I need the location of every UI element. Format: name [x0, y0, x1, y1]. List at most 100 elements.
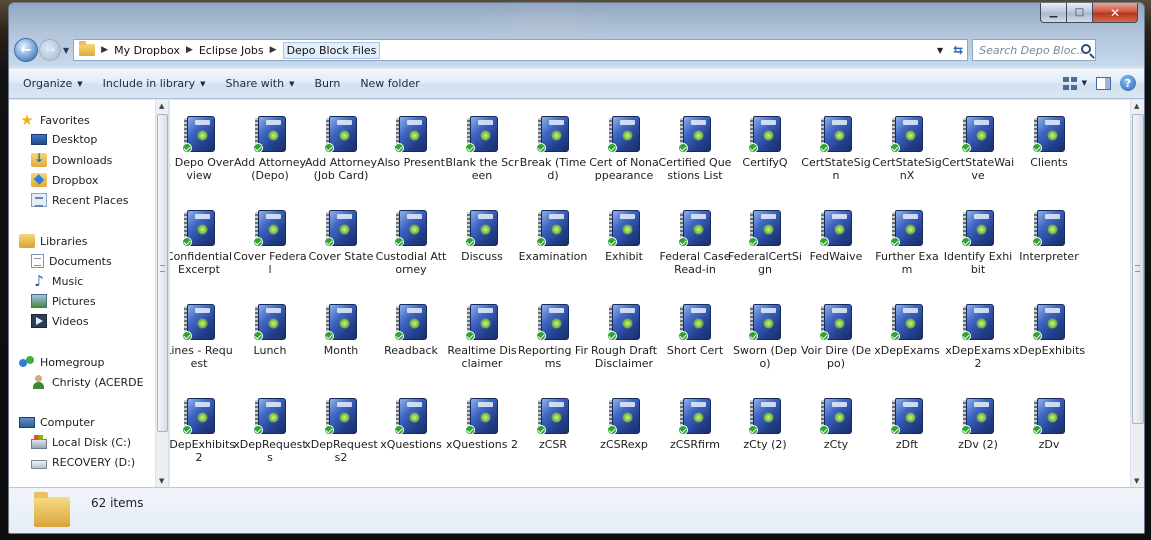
- close-button[interactable]: ✕: [1093, 3, 1138, 23]
- file-item[interactable]: Sworn (Depo): [728, 302, 802, 370]
- file-item[interactable]: 1 Depo Overview: [170, 114, 236, 182]
- file-item[interactable]: xDepExhibits2: [170, 396, 236, 464]
- file-item[interactable]: Examination: [516, 208, 590, 263]
- file-item[interactable]: zDft: [870, 396, 944, 451]
- file-item[interactable]: xDepExhibits: [1012, 302, 1086, 357]
- scroll-down-icon[interactable]: ▼: [1134, 477, 1139, 485]
- nav-music[interactable]: ♪ Music: [31, 274, 83, 289]
- breadcrumb-separator-icon[interactable]: ▶: [101, 45, 108, 55]
- forward-button[interactable]: →: [39, 39, 61, 61]
- burn-button[interactable]: Burn: [304, 77, 350, 90]
- recent-pages-dropdown[interactable]: ▼: [63, 46, 69, 55]
- view-options-dropdown-icon[interactable]: ▼: [1082, 79, 1087, 87]
- address-bar[interactable]: ▶ My Dropbox ▶ Eclipse Jobs ▶ Depo Block…: [73, 39, 969, 61]
- nav-favorites[interactable]: ★ Favorites: [19, 113, 89, 128]
- breadcrumb-my-dropbox[interactable]: My Dropbox: [114, 44, 180, 57]
- file-item[interactable]: Add Attorney (Depo): [233, 114, 307, 182]
- file-item[interactable]: Interpreter: [1012, 208, 1086, 263]
- content-scrollbar[interactable]: ▲ ▼: [1130, 100, 1144, 487]
- nav-downloads[interactable]: Downloads: [31, 151, 112, 167]
- content-scroll-thumb[interactable]: [1132, 114, 1144, 424]
- nav-scroll-thumb[interactable]: [157, 114, 168, 432]
- nav-pane-scrollbar[interactable]: ▲ ▼: [155, 100, 168, 487]
- nav-desktop[interactable]: Desktop: [31, 133, 97, 146]
- nav-computer[interactable]: Computer: [19, 416, 95, 429]
- file-item[interactable]: Certified Questions List: [658, 114, 732, 182]
- nav-pictures[interactable]: Pictures: [31, 294, 96, 308]
- search-icon[interactable]: [1081, 44, 1092, 54]
- breadcrumb-depo-block-files[interactable]: Depo Block Files: [282, 41, 381, 59]
- file-item[interactable]: CertifyQ: [728, 114, 802, 169]
- scroll-up-icon[interactable]: ▲: [159, 102, 164, 110]
- share-with-button[interactable]: Share with ▼: [216, 77, 305, 90]
- file-item[interactable]: Custodial Attorney: [374, 208, 448, 276]
- file-item[interactable]: Also Present: [374, 114, 448, 169]
- include-in-library-button[interactable]: Include in library ▼: [93, 77, 216, 90]
- file-item[interactable]: Federal Case Read-in: [658, 208, 732, 276]
- file-item[interactable]: CertStateWaive: [941, 114, 1015, 182]
- breadcrumb-separator-icon[interactable]: ▶: [186, 45, 193, 55]
- nav-homegroup[interactable]: Homegroup: [19, 355, 104, 369]
- file-item[interactable]: CertStateSign: [799, 114, 873, 182]
- file-item[interactable]: Identify Exhibit: [941, 208, 1015, 276]
- file-item[interactable]: xQuestions 2: [445, 396, 519, 451]
- nav-dropbox[interactable]: Dropbox: [31, 173, 98, 187]
- new-folder-button[interactable]: New folder: [350, 77, 429, 90]
- breadcrumb-separator-icon[interactable]: ▶: [270, 45, 277, 55]
- file-item[interactable]: Add Attorney (Job Card): [304, 114, 378, 182]
- file-item[interactable]: xDepRequests: [233, 396, 307, 464]
- file-item[interactable]: Month: [304, 302, 378, 357]
- refresh-icon[interactable]: ⇆: [953, 43, 963, 57]
- preview-pane-icon[interactable]: [1096, 76, 1111, 90]
- nav-libraries[interactable]: Libraries: [19, 234, 88, 248]
- file-item[interactable]: Cover State: [304, 208, 378, 263]
- file-item[interactable]: Reporting Firms: [516, 302, 590, 370]
- nav-local-disk[interactable]: Local Disk (C:): [31, 435, 131, 449]
- file-item[interactable]: xDepExams 2: [941, 302, 1015, 370]
- file-item[interactable]: Short Cert: [658, 302, 732, 357]
- help-icon[interactable]: ?: [1120, 75, 1136, 91]
- organize-button[interactable]: Organize ▼: [9, 77, 93, 90]
- file-item[interactable]: zCSR: [516, 396, 590, 451]
- file-item[interactable]: Rough Draft Disclaimer: [587, 302, 661, 370]
- file-item[interactable]: Further Exam: [870, 208, 944, 276]
- scroll-down-icon[interactable]: ▼: [159, 477, 164, 485]
- file-item[interactable]: FederalCertSign: [728, 208, 802, 276]
- file-item[interactable]: CertStateSignX: [870, 114, 944, 182]
- file-item[interactable]: zCty (2): [728, 396, 802, 451]
- file-item[interactable]: Discuss: [445, 208, 519, 263]
- file-item[interactable]: xDepRequests2: [304, 396, 378, 464]
- file-item[interactable]: Cover Federal: [233, 208, 307, 276]
- file-item[interactable]: zDv: [1012, 396, 1086, 451]
- search-box[interactable]: Search Depo Bloc...: [972, 39, 1097, 61]
- file-item[interactable]: xQuestions: [374, 396, 448, 451]
- file-item[interactable]: zCSRexp: [587, 396, 661, 451]
- scroll-up-icon[interactable]: ▲: [1134, 102, 1139, 110]
- change-view-icon[interactable]: [1062, 76, 1077, 90]
- minimize-button[interactable]: ▁: [1040, 3, 1067, 23]
- file-item[interactable]: Realtime Disclaimer: [445, 302, 519, 370]
- file-item[interactable]: FedWaive: [799, 208, 873, 263]
- file-item[interactable]: Blank the Screen: [445, 114, 519, 182]
- file-item[interactable]: zDv (2): [941, 396, 1015, 451]
- file-item[interactable]: Exhibit: [587, 208, 661, 263]
- nav-documents[interactable]: Documents: [31, 254, 112, 268]
- file-item[interactable]: Clients: [1012, 114, 1086, 169]
- nav-videos[interactable]: Videos: [31, 314, 89, 328]
- file-item[interactable]: zCSRfirm: [658, 396, 732, 451]
- file-item[interactable]: Confidential Excerpt: [170, 208, 236, 276]
- file-item[interactable]: zCty: [799, 396, 873, 451]
- file-item[interactable]: Break (Timed): [516, 114, 590, 182]
- back-button[interactable]: ←: [14, 38, 38, 62]
- file-item[interactable]: Lines - Request: [170, 302, 236, 370]
- maximize-button[interactable]: □: [1067, 3, 1093, 23]
- file-item[interactable]: Lunch: [233, 302, 307, 357]
- file-item[interactable]: Voir Dire (Depo): [799, 302, 873, 370]
- file-item[interactable]: Cert of Nonappearance: [587, 114, 661, 182]
- nav-user[interactable]: Christy (ACERDE: [31, 375, 144, 389]
- nav-recovery[interactable]: RECOVERY (D:): [31, 456, 135, 469]
- breadcrumb-eclipse-jobs[interactable]: Eclipse Jobs: [199, 44, 264, 57]
- file-item[interactable]: xDepExams: [870, 302, 944, 357]
- address-history-dropdown-icon[interactable]: ▼: [937, 46, 943, 55]
- file-item[interactable]: Readback: [374, 302, 448, 357]
